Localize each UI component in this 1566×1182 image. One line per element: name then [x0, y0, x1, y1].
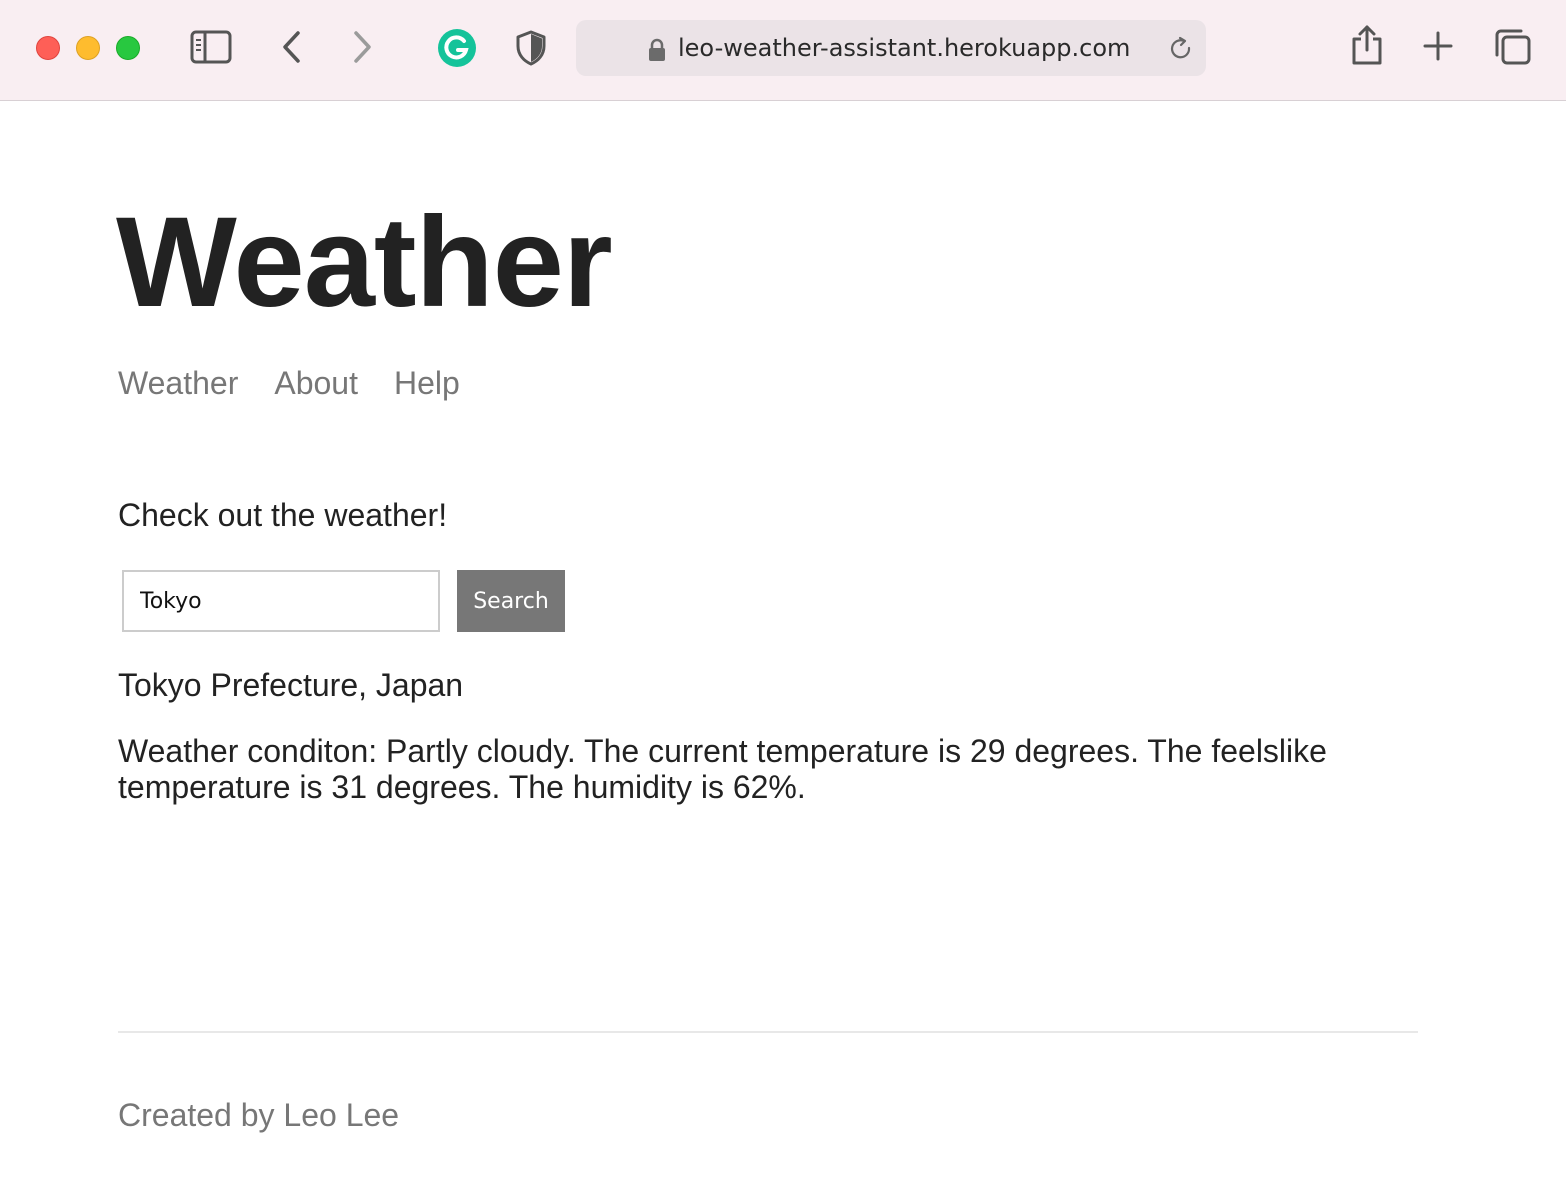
lock-icon: [648, 38, 666, 67]
shield-icon[interactable]: [515, 30, 547, 66]
share-icon[interactable]: [1350, 24, 1384, 66]
plus-icon[interactable]: [1422, 30, 1454, 62]
browser-toolbar: leo-weather-assistant.herokuapp.com: [0, 0, 1566, 101]
address-bar[interactable]: leo-weather-assistant.herokuapp.com: [576, 20, 1206, 76]
footer-credit: Created by Leo Lee: [118, 1097, 400, 1133]
browser-window: leo-weather-assistant.herokuapp.com Weat…: [0, 0, 1566, 1182]
forecast-result: Weather conditon: Partly cloudy. The cur…: [118, 733, 1327, 805]
tabs-icon[interactable]: [1494, 28, 1532, 66]
location-search-input[interactable]: [122, 570, 440, 632]
close-window-button[interactable]: [36, 36, 60, 60]
location-result: Tokyo Prefecture, Japan: [118, 667, 464, 703]
nav-link-about[interactable]: About: [274, 363, 358, 403]
main-nav: Weather About Help: [118, 363, 496, 403]
nav-link-help[interactable]: Help: [394, 363, 460, 403]
reload-icon[interactable]: [1168, 36, 1194, 67]
intro-text: Check out the weather!: [118, 497, 448, 533]
url-text[interactable]: leo-weather-assistant.herokuapp.com: [678, 34, 1130, 62]
nav-link-weather[interactable]: Weather: [118, 363, 238, 403]
search-button[interactable]: Search: [457, 570, 565, 632]
page-title: Weather: [116, 191, 613, 334]
chevron-right-icon[interactable]: [350, 30, 374, 64]
sidebar-icon[interactable]: [190, 30, 232, 64]
chevron-left-icon[interactable]: [280, 30, 304, 64]
grammarly-icon[interactable]: [437, 28, 477, 68]
minimize-window-button[interactable]: [76, 36, 100, 60]
page-content: Weather Weather About Help Check out the w…: [0, 101, 1566, 1182]
footer-divider: [118, 1031, 1418, 1033]
zoom-window-button[interactable]: [116, 36, 140, 60]
